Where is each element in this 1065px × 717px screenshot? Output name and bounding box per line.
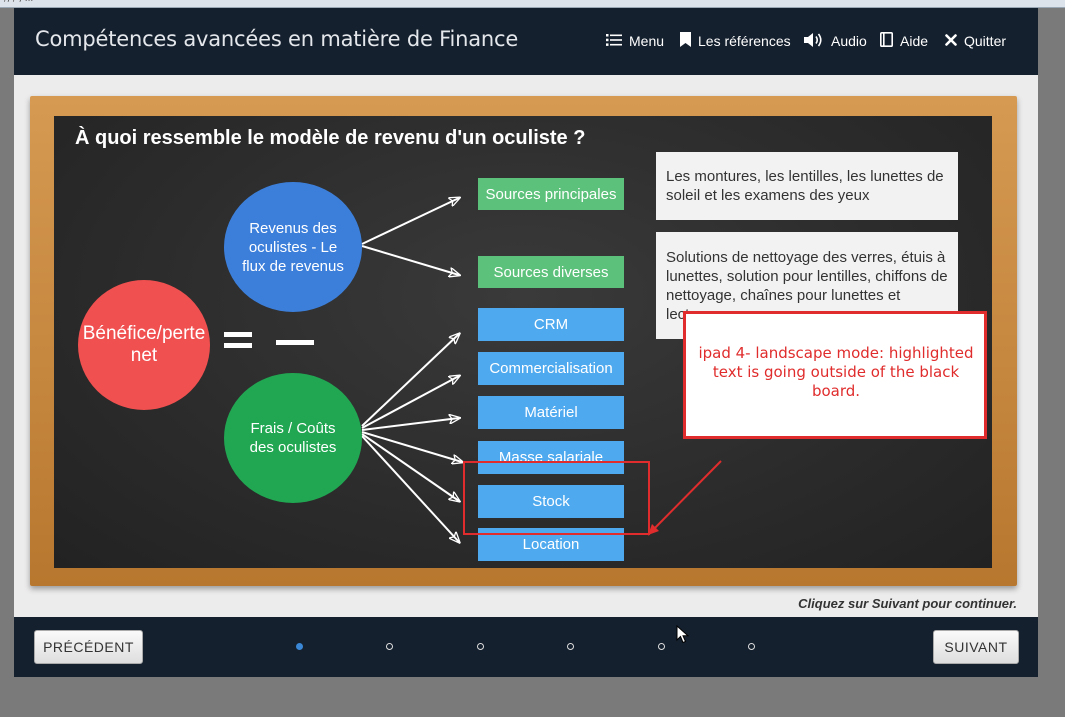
arrow-location xyxy=(361,435,459,542)
menu-label: Menu xyxy=(629,33,665,49)
quit-button[interactable]: Quitter xyxy=(945,31,1006,51)
previous-button[interactable]: PRÉCÉDENT xyxy=(34,630,143,664)
browser-strip: /; / ; ... xyxy=(0,0,1065,8)
mouse-cursor-icon xyxy=(676,625,690,644)
note-main-sources-text: Les montures, les lentilles, les lunette… xyxy=(666,168,944,204)
costs-circle: Frais / Coûts des oculistes xyxy=(224,373,362,503)
page-dot-2[interactable] xyxy=(386,643,393,650)
page-dot-4[interactable] xyxy=(567,643,574,650)
arrow-sources-principales xyxy=(361,198,459,245)
bookmark-icon xyxy=(680,32,691,50)
box-crm: CRM xyxy=(478,308,624,341)
box-sources-diverses: Sources diverses xyxy=(478,256,624,288)
continue-hint: Cliquez sur Suivant pour continuer. xyxy=(798,596,1017,611)
note-main-sources: Les montures, les lentilles, les lunette… xyxy=(656,152,958,220)
box-materiel: Matériel xyxy=(478,396,624,429)
page-dot-1[interactable] xyxy=(296,643,303,650)
revenue-circle-label: Revenus des oculistes - Le flux de reven… xyxy=(242,219,344,275)
minus-sign xyxy=(276,340,314,345)
course-title: Compétences avancées en matière de Finan… xyxy=(35,27,519,51)
arrow-crm xyxy=(361,334,459,427)
book-icon xyxy=(880,32,893,50)
course-player: Compétences avancées en matière de Finan… xyxy=(14,8,1038,677)
annotation-highlight xyxy=(463,461,650,535)
page-dot-6[interactable] xyxy=(748,643,755,650)
arrow-sources-diverses xyxy=(361,245,459,275)
help-button[interactable]: Aide xyxy=(880,31,928,51)
profit-circle-label: Bénéfice/perte net xyxy=(82,323,206,366)
header-bar: Compétences avancées en matière de Finan… xyxy=(14,8,1038,75)
list-icon xyxy=(606,33,622,50)
close-icon xyxy=(945,33,957,49)
annotation-text: ipad 4- landscape mode: highlighted text… xyxy=(698,344,974,400)
page-dot-5[interactable] xyxy=(658,643,665,650)
references-label: Les références xyxy=(698,33,791,49)
box-sources-principales: Sources principales xyxy=(478,178,624,210)
box-commercialisation: Commercialisation xyxy=(478,352,624,385)
costs-circle-label: Frais / Coûts des oculistes xyxy=(249,420,337,456)
footer-bar: PRÉCÉDENT SUIVANT xyxy=(14,617,1038,677)
quit-label: Quitter xyxy=(964,33,1007,49)
menu-button[interactable]: Menu xyxy=(606,31,664,51)
audio-label: Audio xyxy=(831,33,867,49)
arrow-stock xyxy=(361,433,459,501)
references-button[interactable]: Les références xyxy=(680,31,791,51)
arrow-masse-salariale xyxy=(361,431,462,462)
speaker-icon xyxy=(804,32,824,51)
equals-sign xyxy=(224,332,252,348)
page-dot-3[interactable] xyxy=(477,643,484,650)
help-label: Aide xyxy=(900,33,929,49)
revenue-circle: Revenus des oculistes - Le flux de reven… xyxy=(224,182,362,312)
next-button[interactable]: SUIVANT xyxy=(933,630,1019,664)
browser-strip-text: /; / ; ... xyxy=(4,0,33,4)
audio-button[interactable]: Audio xyxy=(804,31,867,51)
profit-circle: Bénéfice/perte net xyxy=(78,280,210,410)
